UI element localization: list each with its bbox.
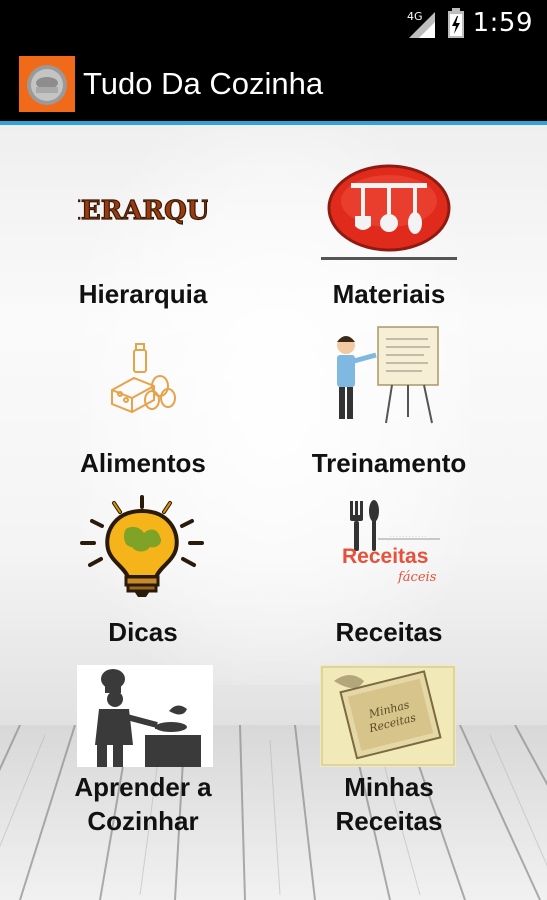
battery-icon	[447, 8, 464, 38]
menu-item-materiais[interactable]: Materiais	[264, 164, 514, 315]
status-bar: 4G 1:59	[0, 0, 547, 46]
menu-label-receitas: Receitas	[335, 617, 443, 647]
lightbulb-icon	[80, 495, 204, 597]
menu-label-alimentos: Alimentos	[80, 448, 206, 478]
menu-label-minhas-line2: Receitas	[335, 806, 443, 836]
menu-label-minhas-line1: Minhas	[344, 772, 434, 802]
app-title: Tudo Da Cozinha	[83, 66, 324, 101]
menu-item-aprender-a-cozinhar[interactable]: Aprender a Cozinhar	[18, 665, 268, 840]
hierarquia-image-text: HIERARQUIA	[78, 196, 208, 226]
menu-item-receitas[interactable]: . . . . . . . . . . . . Receitas fáceis …	[264, 495, 514, 650]
menu-label-hierarquia: Hierarquia	[78, 279, 208, 309]
recipe-book-image: Minhas Receitas	[320, 665, 456, 767]
network-signal-icon: 4G	[407, 10, 435, 38]
svg-text:. . . . . . . . . . . .: . . . . . . . . . . . .	[390, 533, 427, 539]
status-icons: 4G 1:59	[405, 6, 533, 40]
menu-label-treinamento: Treinamento	[311, 448, 467, 478]
menu-label-materiais: Materiais	[332, 279, 446, 309]
svg-text:4G: 4G	[407, 10, 423, 23]
kitchen-utensils-icon	[321, 164, 457, 260]
menu-label-aprender-line2: Cozinhar	[87, 806, 199, 836]
receitas-image-text: Receitas	[342, 545, 428, 568]
chef-cooking-image	[77, 665, 213, 767]
menu-item-alimentos[interactable]: Alimentos	[18, 340, 268, 480]
recipes-cutlery-icon: . . . . . . . . . . . . Receitas fáceis	[342, 500, 440, 585]
menu-item-treinamento[interactable]: Treinamento	[264, 325, 514, 480]
menu-label-dicas: Dicas	[108, 617, 178, 647]
app-logo-icon[interactable]	[19, 56, 75, 112]
menu-item-dicas[interactable]: Dicas	[18, 495, 268, 650]
main-content: HIERARQUIA Hierarquia Materiais	[0, 125, 547, 900]
hierarquia-image: HIERARQUIA	[78, 195, 208, 226]
menu-item-minhas-receitas[interactable]: Minhas Receitas Minhas Receitas	[264, 665, 514, 840]
action-bar: Tudo Da Cozinha	[0, 46, 547, 122]
training-presentation-icon	[337, 326, 439, 424]
clock: 1:59	[472, 8, 533, 38]
menu-label-aprender-line1: Aprender a	[74, 772, 212, 802]
receitas-image-subtext: fáceis	[397, 570, 437, 585]
menu-item-hierarquia[interactable]: HIERARQUIA Hierarquia	[18, 165, 268, 315]
food-groceries-icon	[111, 343, 176, 414]
